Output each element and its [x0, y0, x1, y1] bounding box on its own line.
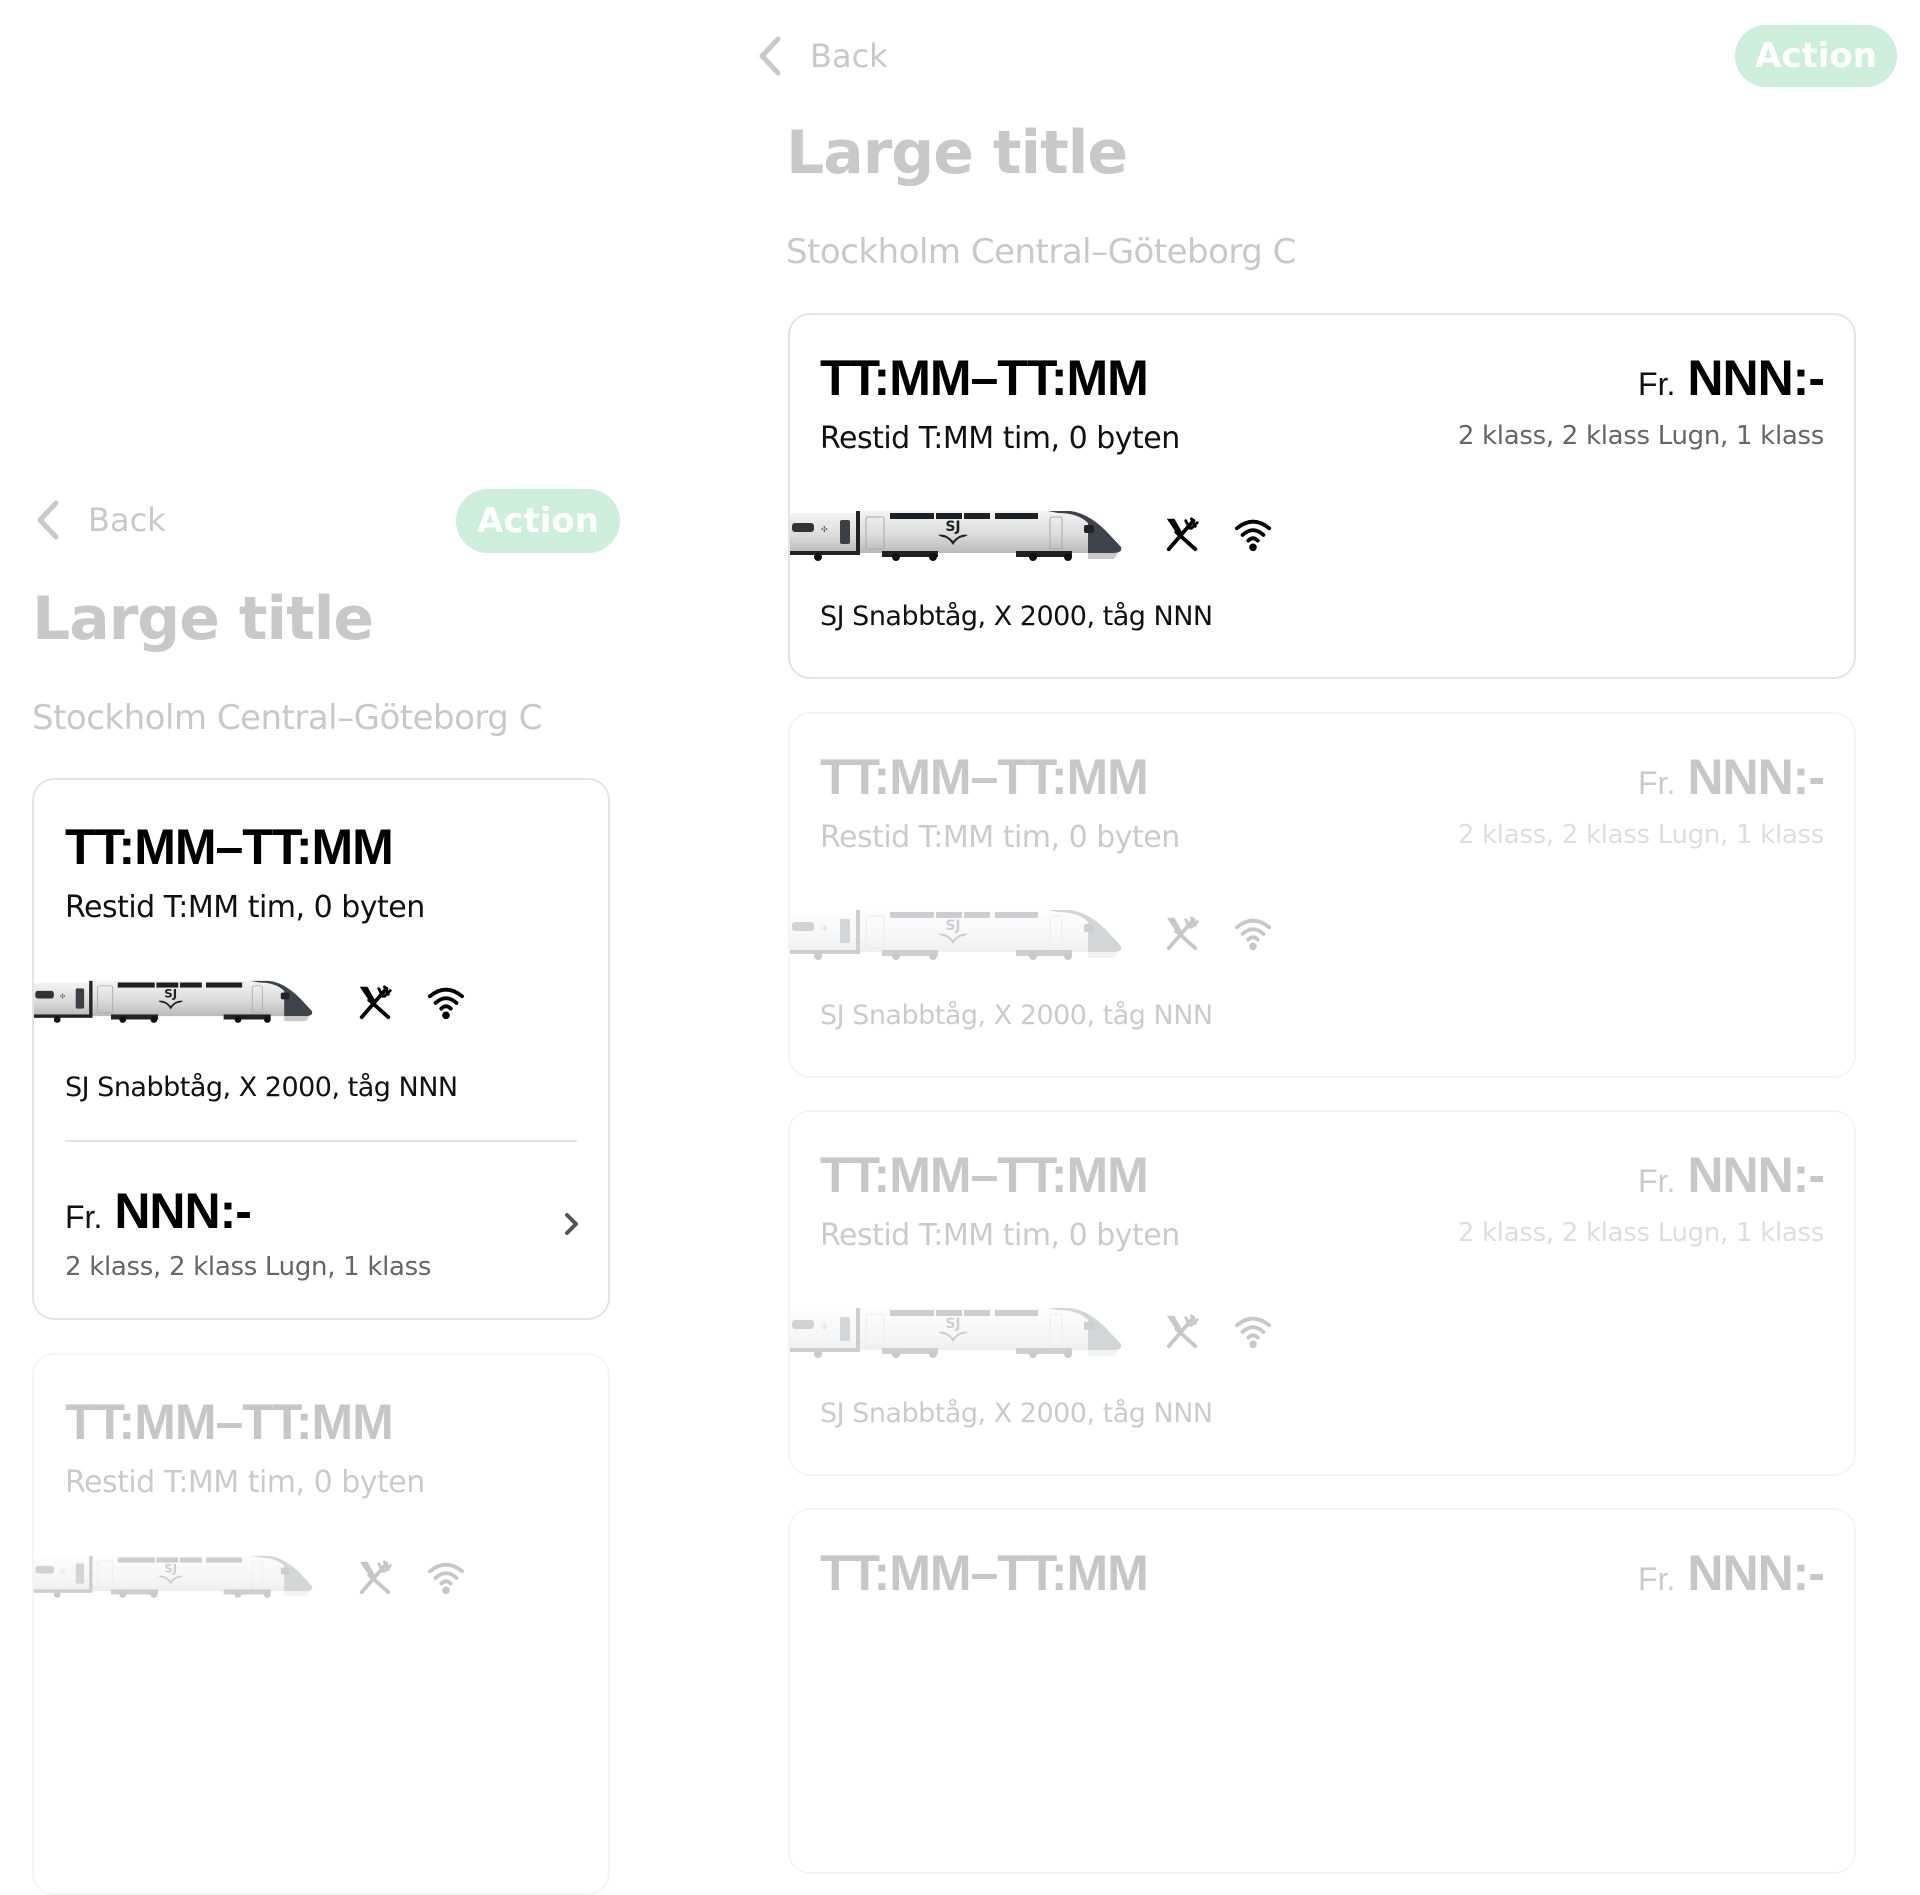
chevron-left-icon: [759, 36, 781, 76]
price-amount: NNN:-: [1687, 749, 1825, 805]
price: Fr. NNN:-: [1638, 1146, 1825, 1204]
travel-classes: 2 klass, 2 klass Lugn, 1 klass: [65, 1252, 432, 1282]
back-label: Back: [88, 501, 166, 539]
card-divider: [65, 1140, 577, 1142]
price-amount: NNN:-: [1687, 350, 1825, 406]
price: Fr. NNN:-: [1638, 748, 1825, 806]
price: Fr. NNN:-: [1638, 349, 1825, 407]
restaurant-icon: [1163, 914, 1201, 952]
route-subtitle: Stockholm Central–Göteborg C: [786, 232, 1296, 272]
price-prefix: Fr.: [65, 1199, 103, 1235]
wifi-icon: [1234, 914, 1272, 952]
travel-duration: Restid T:MM tim, 0 byten: [65, 890, 425, 925]
compact-layout-panel: Back Action Large title Stockholm Centra…: [0, 0, 640, 1895]
travel-duration: Restid T:MM tim, 0 byten: [820, 421, 1180, 456]
restaurant-icon: [1163, 1312, 1201, 1350]
page-title: Large title: [786, 118, 1128, 188]
departure-times: TT:MM–TT:MM: [820, 1545, 1149, 1601]
train-image: [32, 973, 322, 1029]
chevron-left-icon: [37, 500, 59, 540]
travel-duration: Restid T:MM tim, 0 byten: [820, 820, 1180, 855]
wifi-icon: [1234, 1312, 1272, 1350]
departure-card[interactable]: TT:MM–TT:MM Restid T:MM tim, 0 byten Fr.…: [788, 313, 1856, 679]
departure-card[interactable]: TT:MM–TT:MM Restid T:MM tim, 0 byten: [32, 1353, 610, 1895]
travel-classes: 2 klass, 2 klass Lugn, 1 klass: [1457, 421, 1824, 451]
travel-duration: Restid T:MM tim, 0 byten: [65, 1465, 425, 1500]
price-prefix: Fr.: [1638, 1163, 1676, 1199]
price: Fr. NNN:-: [1638, 1544, 1825, 1602]
travel-duration: Restid T:MM tim, 0 byten: [820, 1218, 1180, 1253]
back-label: Back: [810, 37, 888, 75]
price-amount: NNN:-: [114, 1183, 252, 1239]
back-button[interactable]: Back: [36, 500, 166, 540]
departure-card[interactable]: TT:MM–TT:MM Fr. NNN:-: [788, 1508, 1856, 1874]
restaurant-icon: [356, 1558, 394, 1596]
departure-times: TT:MM–TT:MM: [65, 819, 394, 875]
action-button[interactable]: Action: [456, 489, 620, 553]
departure-card[interactable]: TT:MM–TT:MM Restid T:MM tim, 0 byten SJ …: [32, 778, 610, 1320]
departure-card[interactable]: TT:MM–TT:MM Restid T:MM tim, 0 byten Fr.…: [788, 712, 1856, 1078]
train-image: [32, 1548, 322, 1604]
departure-times: TT:MM–TT:MM: [65, 1394, 394, 1450]
back-button[interactable]: Back: [758, 36, 888, 76]
train-image: [788, 906, 1133, 962]
train-info: SJ Snabbtåg, X 2000, tåg NNN: [820, 601, 1213, 632]
departure-times: TT:MM–TT:MM: [820, 350, 1149, 406]
action-button[interactable]: Action: [1735, 25, 1897, 87]
departure-card[interactable]: TT:MM–TT:MM Restid T:MM tim, 0 byten Fr.…: [788, 1110, 1856, 1476]
train-info: SJ Snabbtåg, X 2000, tåg NNN: [820, 1000, 1213, 1031]
price-prefix: Fr.: [1638, 366, 1676, 402]
price-prefix: Fr.: [1638, 1561, 1676, 1597]
restaurant-icon: [356, 983, 394, 1021]
price: Fr. NNN:-: [65, 1182, 252, 1240]
chevron-right-icon[interactable]: [564, 1212, 580, 1236]
price-amount: NNN:-: [1687, 1545, 1825, 1601]
price-amount: NNN:-: [1687, 1147, 1825, 1203]
travel-classes: 2 klass, 2 klass Lugn, 1 klass: [1457, 1218, 1824, 1248]
train-image: [788, 1304, 1133, 1360]
departure-times: TT:MM–TT:MM: [820, 1147, 1149, 1203]
wide-layout-panel: Back Action Large title Stockholm Centra…: [740, 0, 1920, 1874]
train-image: [788, 507, 1133, 563]
train-info: SJ Snabbtåg, X 2000, tåg NNN: [65, 1072, 458, 1103]
route-subtitle: Stockholm Central–Göteborg C: [32, 698, 542, 738]
travel-classes: 2 klass, 2 klass Lugn, 1 klass: [1457, 820, 1824, 850]
page-title: Large title: [32, 584, 374, 654]
restaurant-icon: [1163, 515, 1201, 553]
price-prefix: Fr.: [1638, 765, 1676, 801]
departure-times: TT:MM–TT:MM: [820, 749, 1149, 805]
wifi-icon: [427, 1558, 465, 1596]
wifi-icon: [427, 983, 465, 1021]
wifi-icon: [1234, 515, 1272, 553]
train-info: SJ Snabbtåg, X 2000, tåg NNN: [820, 1398, 1213, 1429]
